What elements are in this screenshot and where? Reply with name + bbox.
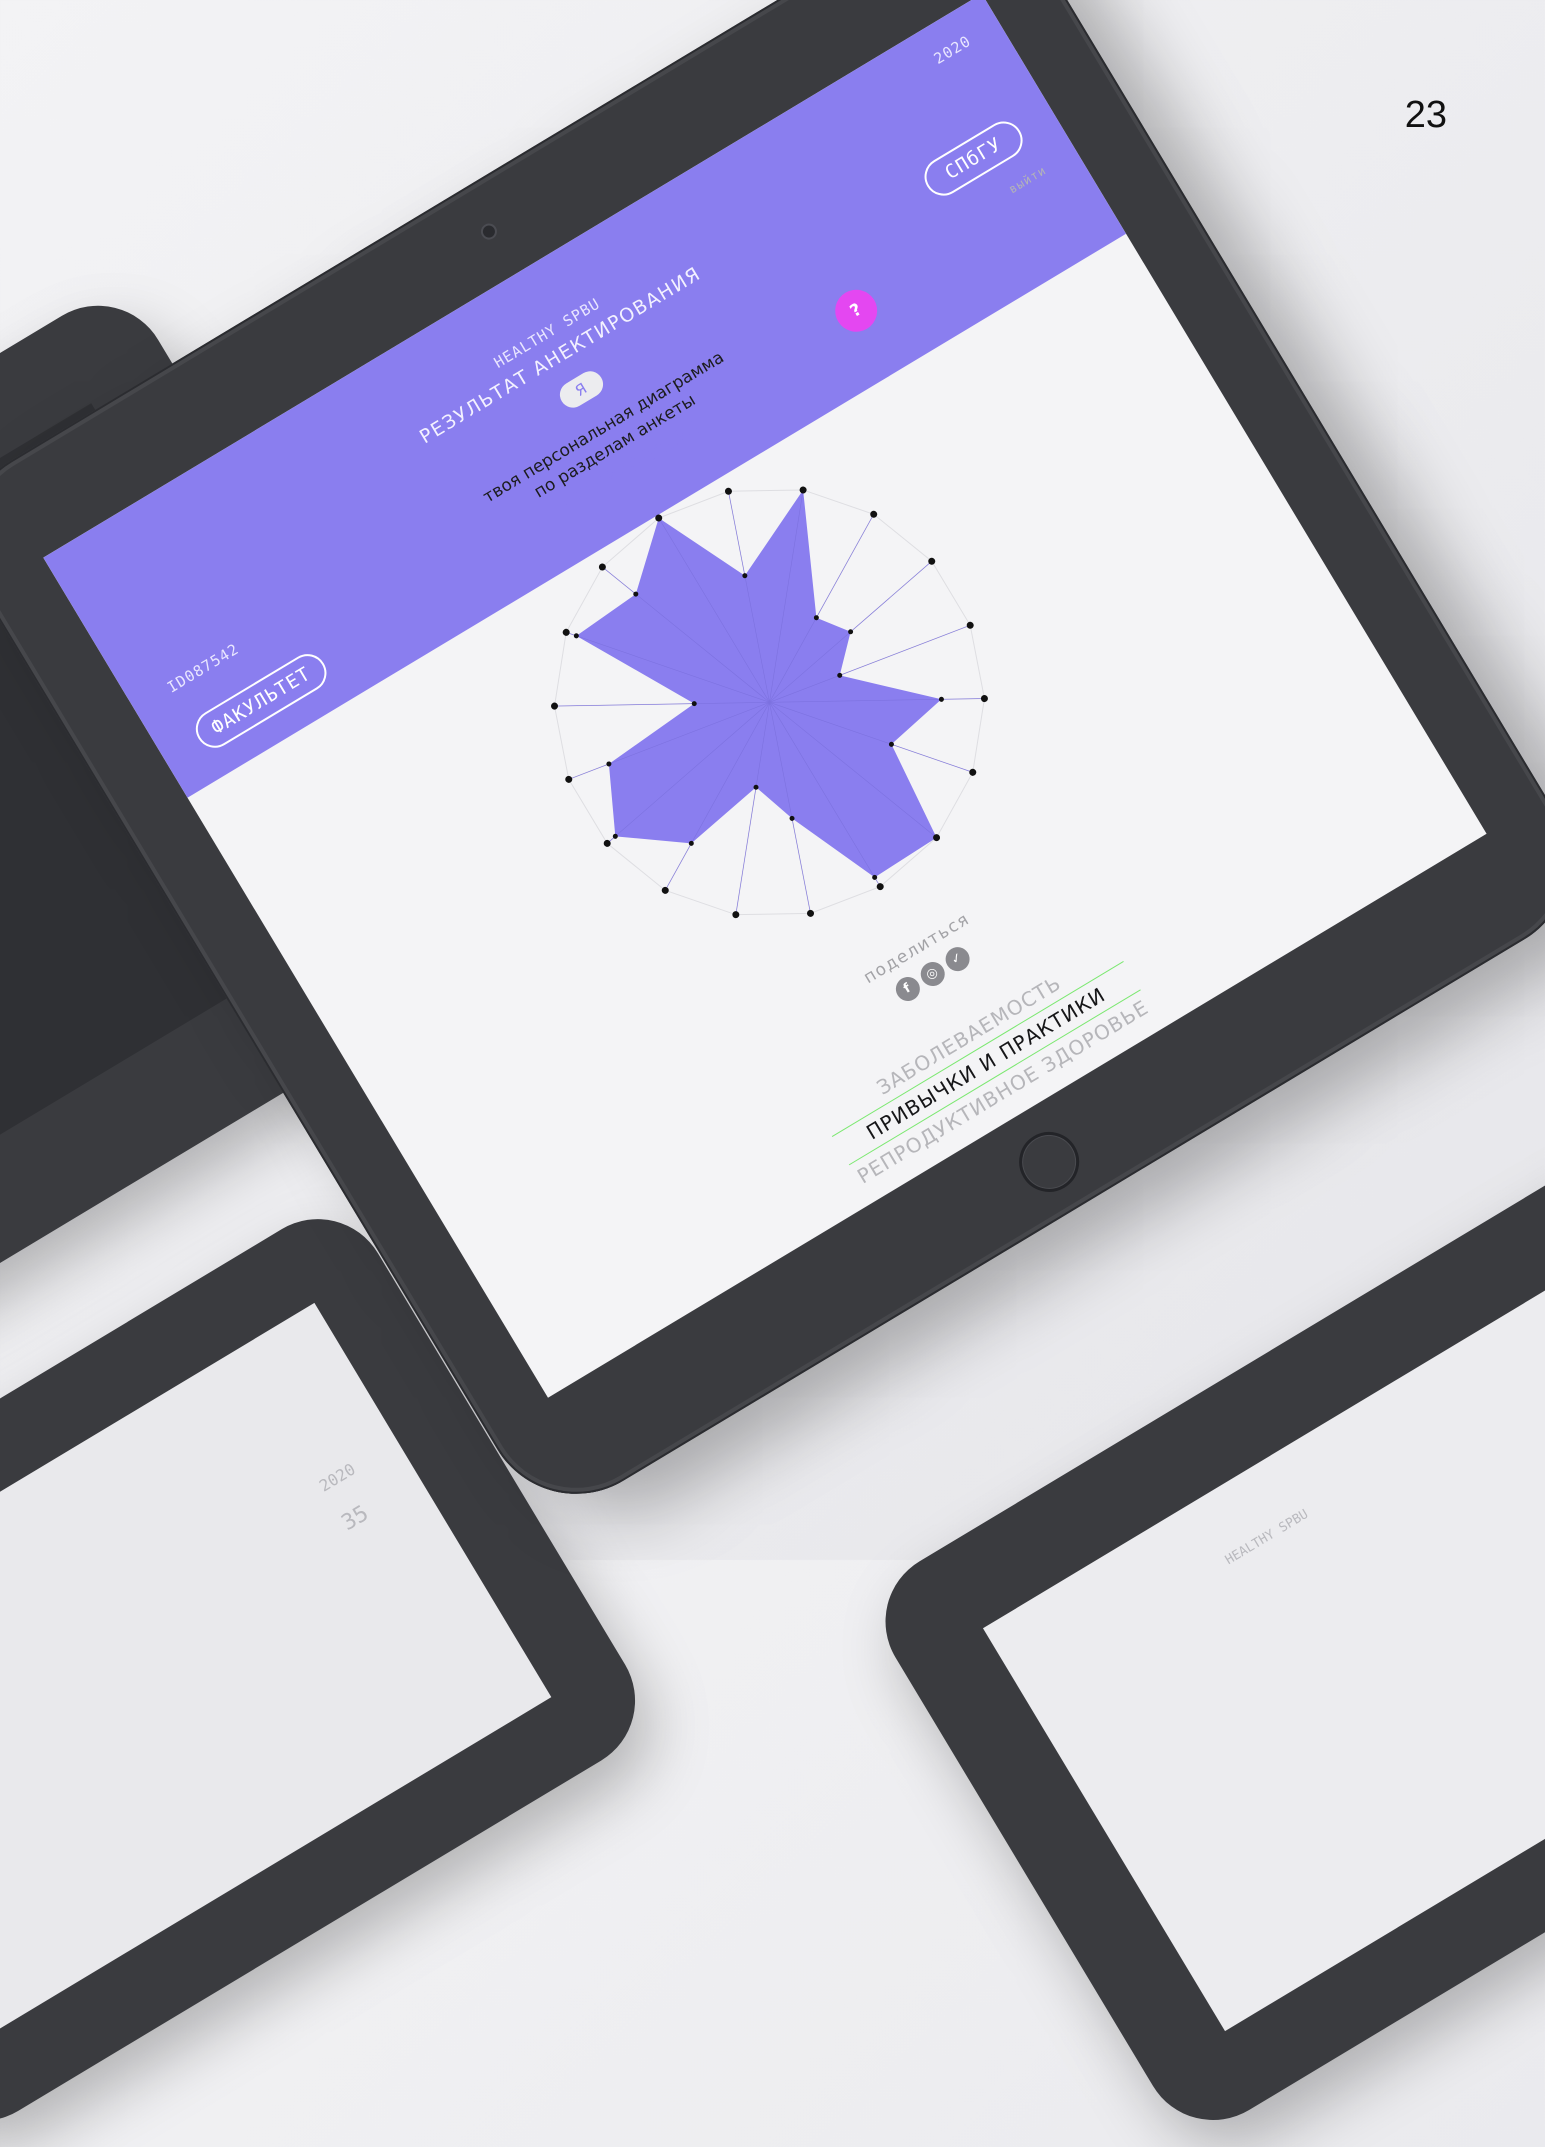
radar-axis-point — [799, 486, 807, 494]
background-tablet-bottom-right — [859, 1133, 1545, 2147]
radar-value-point — [938, 697, 944, 703]
radar-axis-point — [806, 910, 814, 918]
me-chip[interactable]: Я — [554, 366, 608, 413]
radar-axis-point — [966, 622, 974, 630]
background-tablet-bottom-right-screen — [982, 1257, 1545, 2032]
radar-axis-point — [731, 911, 739, 919]
radar-axis-point — [562, 629, 570, 637]
radar-axis-point — [980, 695, 988, 703]
background-tablet-bottom-left-screen — [0, 1302, 552, 2038]
app-screen: HEALTHY SPBU РЕЗУЛЬТАТ АНЕКТИРОВАНИЯ 202… — [43, 0, 1487, 1398]
radar-axis-point — [724, 488, 732, 496]
radar-axis-point — [564, 776, 572, 784]
page-number: 23 — [1404, 94, 1447, 136]
instagram-icon[interactable]: ◎ — [915, 957, 949, 991]
year-label: 2020 — [930, 31, 975, 68]
radar-axis-point — [550, 702, 558, 710]
twitter-icon[interactable]: ✓ — [940, 942, 974, 976]
facebook-icon[interactable]: f — [890, 972, 924, 1006]
radar-axis-point — [968, 769, 976, 777]
radar-value-point — [573, 633, 579, 639]
